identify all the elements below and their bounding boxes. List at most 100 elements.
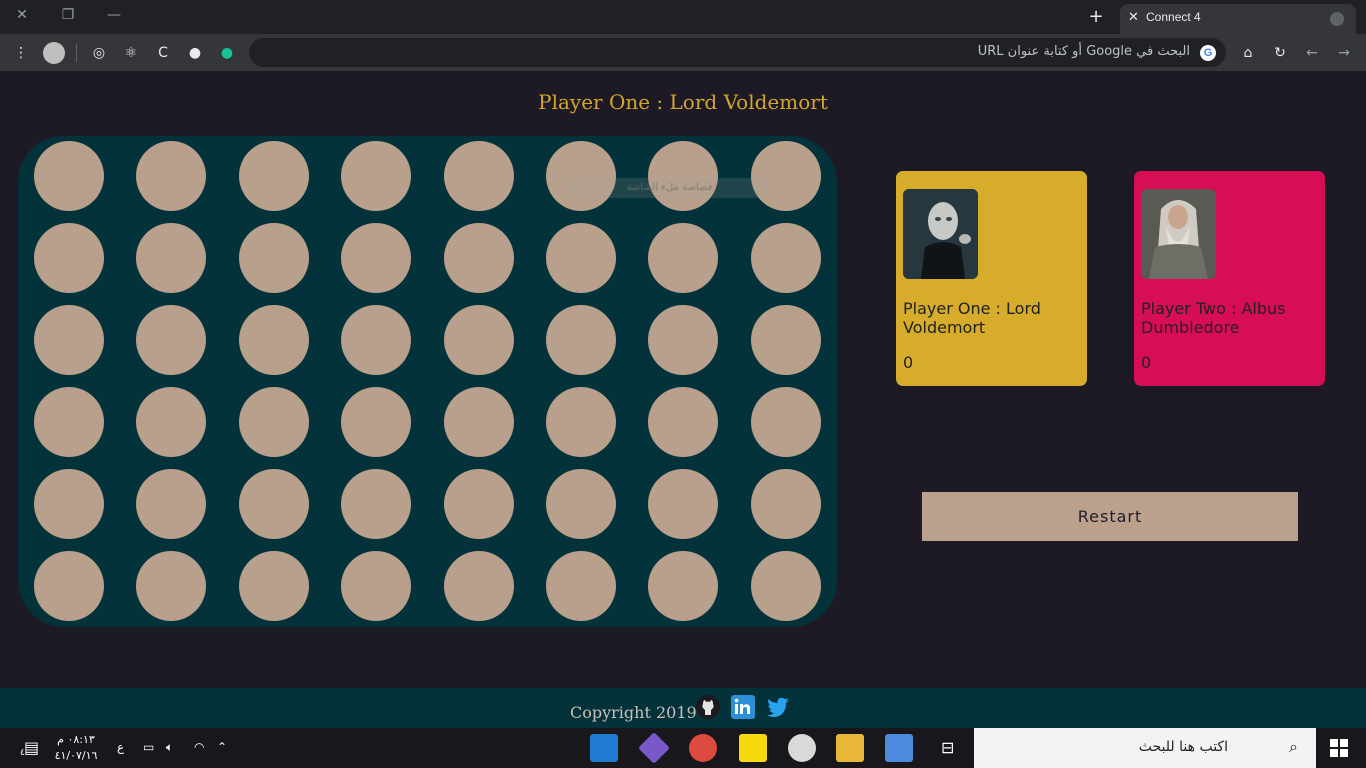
battery-icon[interactable]: ▭: [143, 740, 154, 754]
board-cell[interactable]: [750, 141, 821, 211]
board-cell[interactable]: [238, 141, 309, 211]
sticky-notes-icon[interactable]: [739, 734, 767, 762]
board-cell[interactable]: [341, 387, 412, 457]
task-view-icon[interactable]: ⊟: [941, 738, 954, 757]
tab-close-icon[interactable]: ✕: [1128, 10, 1139, 25]
window-restore-icon[interactable]: ❐: [55, 4, 81, 26]
system-clock[interactable]: ٠٨:١٣ م ٤١/٠٧/١٦: [52, 732, 100, 764]
board-cell[interactable]: [546, 551, 616, 621]
tray-expand-icon[interactable]: ⌃: [217, 740, 227, 754]
forward-icon[interactable]: →: [1334, 43, 1354, 63]
file-explorer-icon[interactable]: [836, 734, 864, 762]
volume-icon[interactable]: 🔈︎: [166, 740, 173, 755]
extension-target-icon[interactable]: ◎: [89, 43, 109, 63]
clock-app-icon[interactable]: [788, 734, 816, 762]
board-cell[interactable]: [443, 141, 514, 211]
player-one-card: Player One : Lord Voldemort 0: [896, 171, 1087, 386]
notification-icon[interactable]: ▤: [24, 738, 39, 757]
address-bar[interactable]: البحث في Google أو كتابة عنوان URL G: [249, 38, 1226, 67]
extension-circle-icon[interactable]: ●: [185, 43, 205, 63]
board-cell[interactable]: [341, 551, 412, 621]
restart-button[interactable]: Restart: [922, 492, 1298, 541]
board-cell[interactable]: [443, 305, 514, 375]
board-cell[interactable]: [546, 141, 616, 211]
menu-dots-icon[interactable]: ⋮: [11, 43, 31, 63]
chrome-icon[interactable]: [689, 734, 717, 762]
board-cell[interactable]: [750, 305, 821, 375]
board-cell[interactable]: [238, 551, 309, 621]
board-cell[interactable]: [648, 141, 719, 211]
game-board: [18, 136, 837, 627]
board-cell[interactable]: [341, 223, 412, 293]
board-cell[interactable]: [546, 223, 616, 293]
board-cell[interactable]: [136, 387, 207, 457]
clock-date: ٤١/٠٧/١٦: [54, 749, 98, 762]
board-cell[interactable]: [750, 223, 821, 293]
board-cell[interactable]: [238, 387, 309, 457]
new-tab-button[interactable]: +: [1086, 6, 1106, 27]
git-app-icon[interactable]: [638, 732, 670, 764]
wifi-icon[interactable]: ◠: [194, 740, 204, 754]
board-cell[interactable]: [34, 469, 104, 539]
board-cell[interactable]: [443, 223, 514, 293]
board-cell[interactable]: [34, 305, 104, 375]
board-cell[interactable]: [443, 469, 514, 539]
language-indicator[interactable]: ع: [117, 740, 124, 754]
board-cell[interactable]: [34, 141, 104, 211]
toolbar-divider: [76, 44, 77, 62]
github-icon[interactable]: [695, 694, 721, 720]
twitter-icon[interactable]: [765, 694, 791, 720]
board-cell[interactable]: [341, 469, 412, 539]
board-cell[interactable]: [341, 141, 412, 211]
profile-avatar[interactable]: [43, 42, 65, 64]
board-cell[interactable]: [238, 223, 309, 293]
player-two-avatar: [1141, 189, 1216, 279]
board-cell[interactable]: [136, 223, 207, 293]
board-cell[interactable]: [34, 387, 104, 457]
grammarly-icon[interactable]: ●: [217, 43, 237, 63]
extension-c-icon[interactable]: C: [153, 43, 173, 63]
board-cell[interactable]: [341, 305, 412, 375]
board-cell[interactable]: [648, 387, 719, 457]
board-cell[interactable]: [238, 305, 309, 375]
board-cell[interactable]: [546, 305, 616, 375]
board-cell[interactable]: [648, 469, 719, 539]
reload-icon[interactable]: ↻: [1270, 43, 1290, 63]
browser-toolbar: ⋮ ◎ ⚛ C ● ● البحث في Google أو كتابة عنو…: [0, 34, 1366, 71]
window-close-icon[interactable]: ✕: [9, 4, 35, 26]
board-cell[interactable]: [648, 551, 719, 621]
player-one-score: 0: [903, 353, 914, 372]
board-cell[interactable]: [443, 387, 514, 457]
back-icon[interactable]: ←: [1302, 43, 1322, 63]
board-cell[interactable]: [136, 141, 207, 211]
calendar-app-icon[interactable]: [885, 734, 913, 762]
board-cell[interactable]: [546, 387, 616, 457]
player-one-avatar: [903, 189, 978, 279]
board-cell[interactable]: [750, 551, 821, 621]
board-cell[interactable]: [136, 551, 207, 621]
board-cell[interactable]: [238, 469, 309, 539]
board-cell[interactable]: [136, 469, 207, 539]
browser-tab[interactable]: ✕ Connect 4: [1120, 4, 1356, 34]
board-cell[interactable]: [750, 469, 821, 539]
linkedin-icon[interactable]: [730, 694, 756, 720]
window-minimize-icon[interactable]: —: [101, 4, 127, 26]
taskbar-search-placeholder: اكتب هنا للبحث: [1138, 739, 1228, 755]
os-taskbar: ▤ ٤ ٠٨:١٣ م ٤١/٠٧/١٦ ع ▭ 🔈︎ ◠ ⌃ ⊟ اكتب ه…: [0, 728, 1366, 768]
taskbar-search-box[interactable]: اكتب هنا للبحث ⌕: [974, 728, 1316, 768]
vscode-icon[interactable]: [590, 734, 618, 762]
board-cell[interactable]: [34, 551, 104, 621]
notification-count: ٤: [20, 748, 25, 758]
board-cell[interactable]: [443, 551, 514, 621]
home-icon[interactable]: ⌂: [1238, 43, 1258, 63]
board-cell[interactable]: [34, 223, 104, 293]
board-cell[interactable]: [648, 305, 719, 375]
search-icon: ⌕: [1289, 737, 1298, 756]
windows-start-icon[interactable]: [1330, 739, 1348, 757]
react-devtools-icon[interactable]: ⚛: [121, 43, 141, 63]
board-cell[interactable]: [750, 387, 821, 457]
player-one-name: Player One : Lord Voldemort: [903, 299, 1041, 337]
board-cell[interactable]: [648, 223, 719, 293]
board-cell[interactable]: [136, 305, 207, 375]
board-cell[interactable]: [546, 469, 616, 539]
